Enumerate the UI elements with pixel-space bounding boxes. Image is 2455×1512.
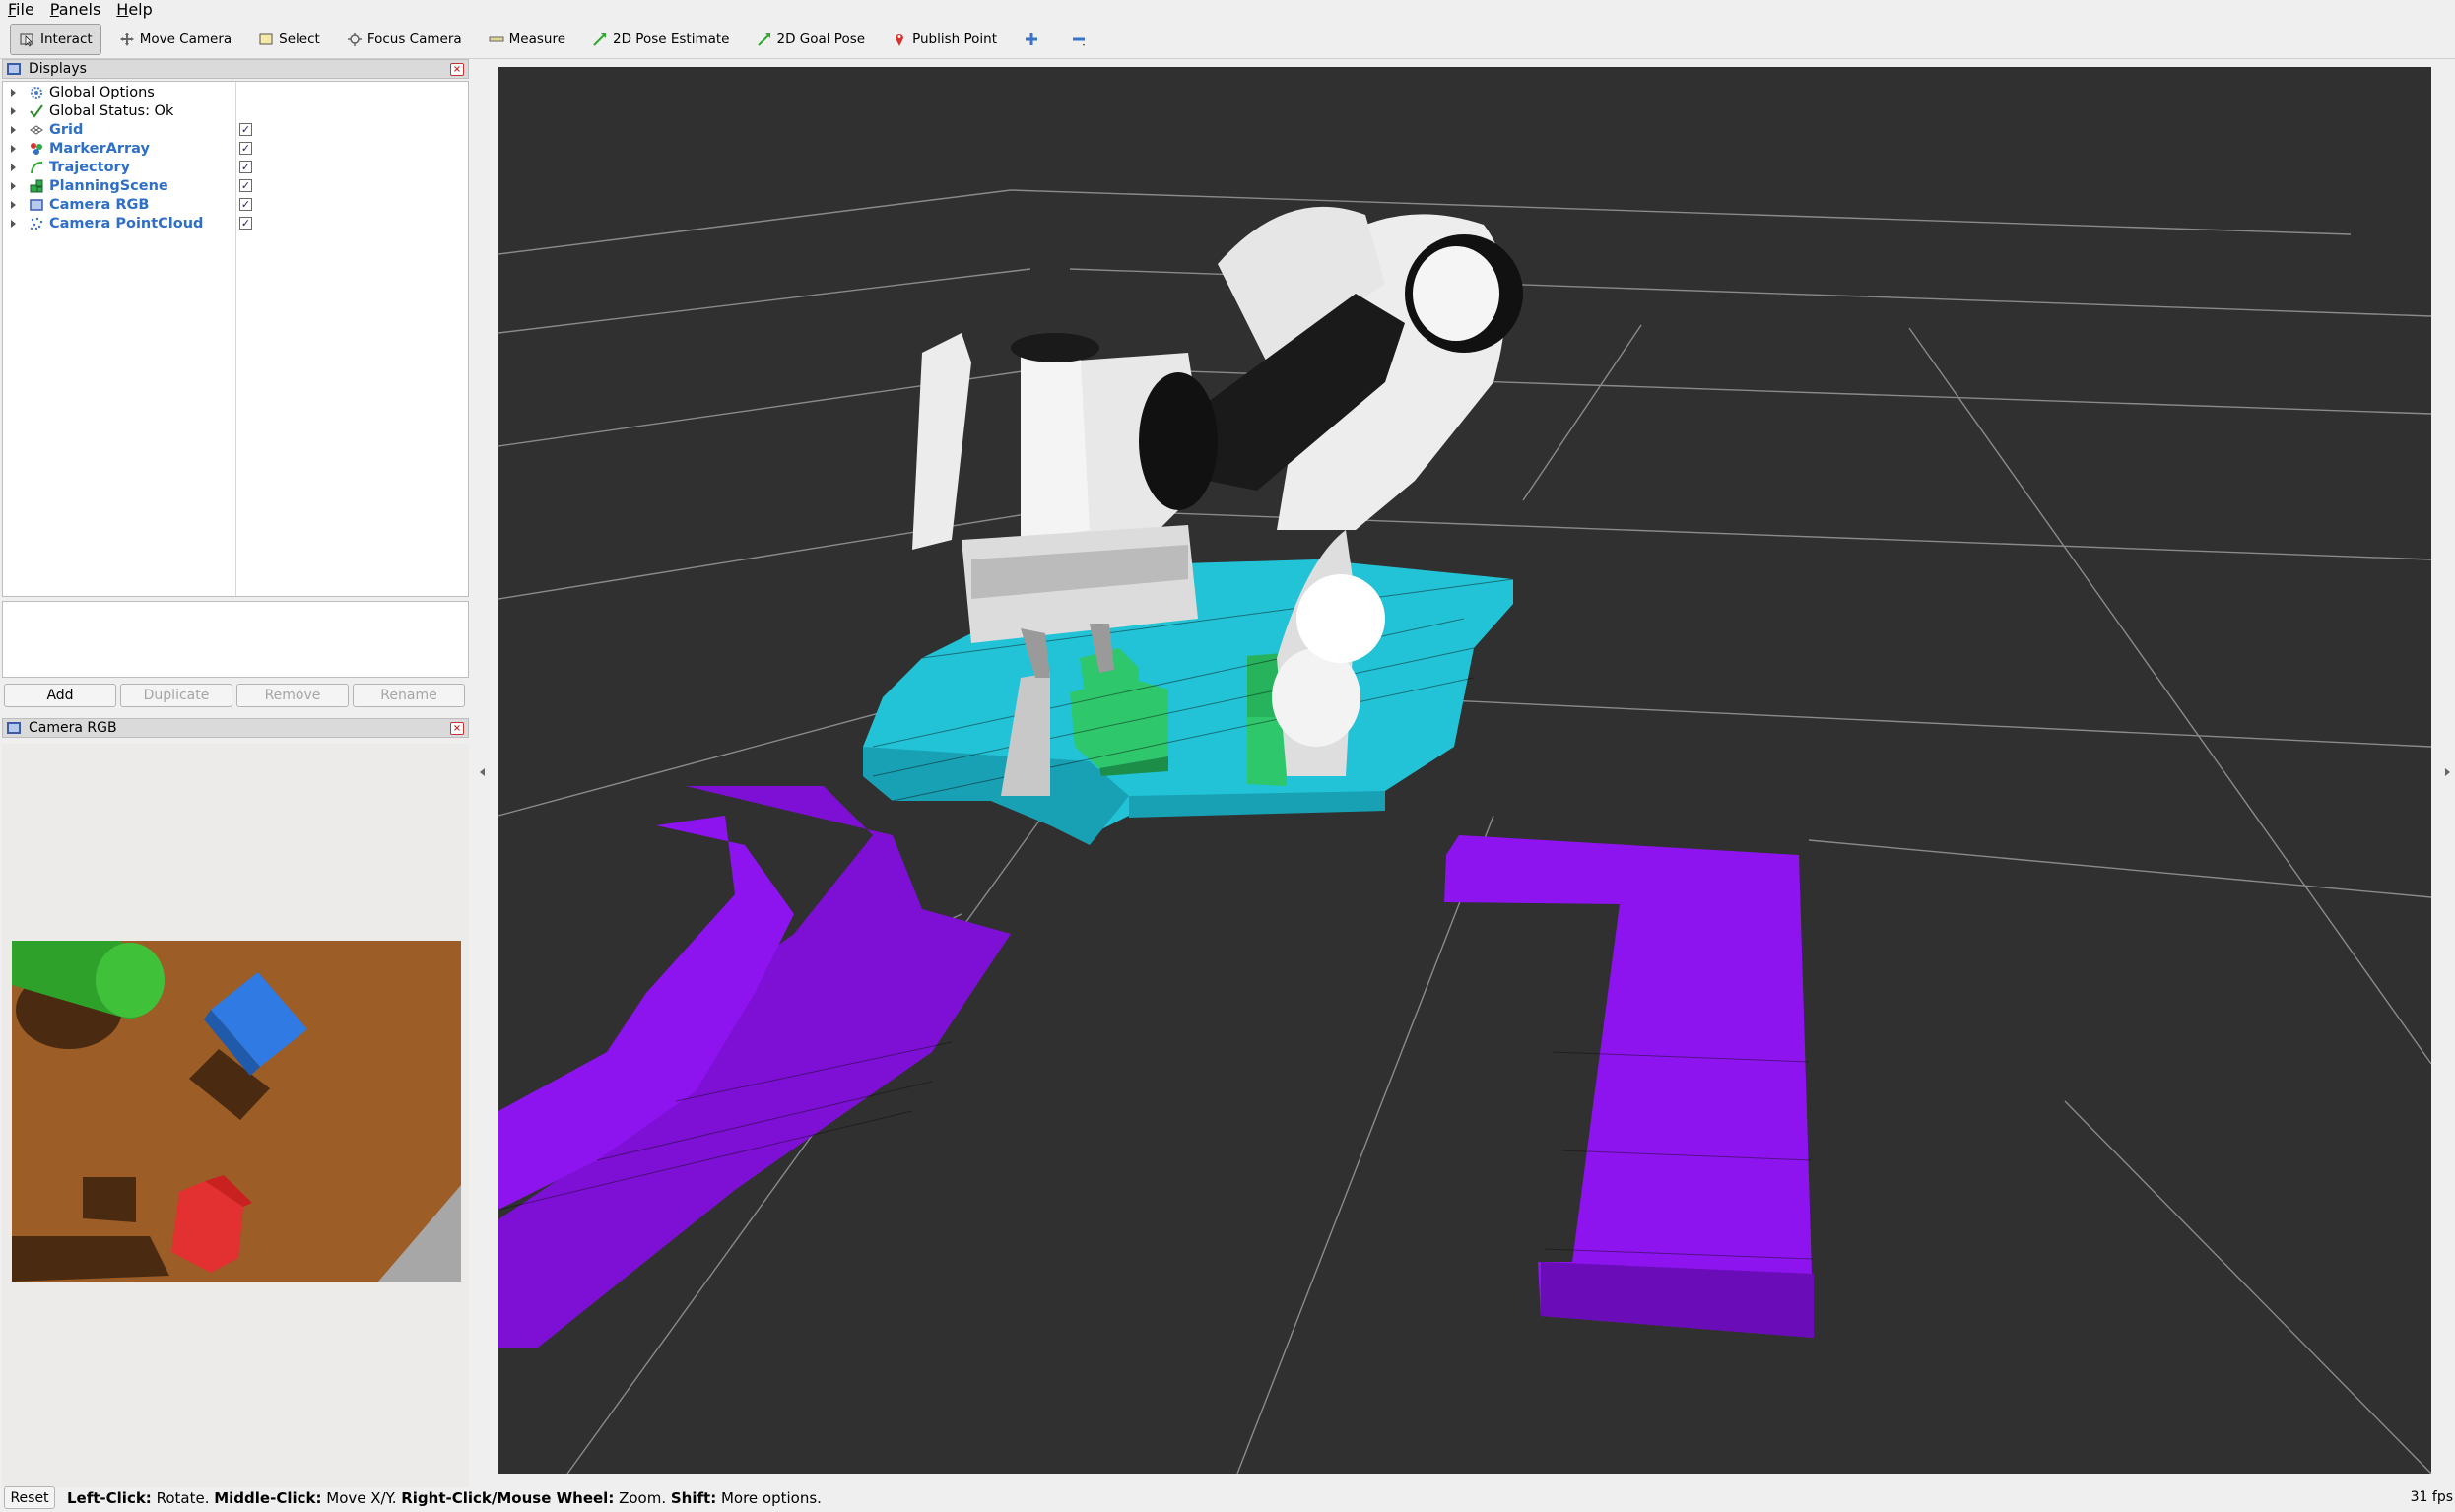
remove-button[interactable]: Remove xyxy=(236,684,349,707)
camera-rgb-panel-header: Camera RGB × xyxy=(2,718,469,738)
markerarray-enabled-checkbox[interactable]: ✓ xyxy=(239,142,252,155)
expand-arrow-icon[interactable] xyxy=(11,144,16,153)
tree-item-global-options[interactable]: Global Options xyxy=(3,83,468,101)
camera-rgb-panel-title: Camera RGB xyxy=(29,720,117,736)
expand-arrow-icon[interactable] xyxy=(11,125,16,134)
goal-pose-icon xyxy=(756,31,773,48)
collapse-left-panel-arrow[interactable] xyxy=(480,768,485,776)
tool-focus-camera-button[interactable]: Focus Camera xyxy=(337,24,471,55)
tool-interact-button[interactable]: Interact xyxy=(10,23,101,55)
monitor-icon xyxy=(7,63,21,75)
fps-counter: 31 fps xyxy=(2410,1489,2453,1505)
camera-icon xyxy=(29,197,44,213)
move-camera-icon xyxy=(118,31,136,48)
grid-enabled-checkbox[interactable]: ✓ xyxy=(239,123,252,136)
trajectory-icon xyxy=(29,160,44,175)
tool-2d-pose-estimate-button[interactable]: 2D Pose Estimate xyxy=(582,24,738,55)
expand-arrow-icon[interactable] xyxy=(11,88,16,97)
collapse-right-panel-arrow[interactable] xyxy=(2445,768,2450,776)
tool-move-camera-button[interactable]: Move Camera xyxy=(109,24,240,55)
focus-camera-icon xyxy=(346,31,364,48)
pin-icon xyxy=(891,31,908,48)
displays-panel-title: Displays xyxy=(29,61,87,77)
scene-render xyxy=(498,67,2431,1474)
minus-icon xyxy=(1070,31,1088,48)
checkmark-icon xyxy=(29,103,44,119)
expand-arrow-icon[interactable] xyxy=(11,200,16,209)
tool-2d-goal-pose-button[interactable]: 2D Goal Pose xyxy=(747,24,875,55)
mouse-hint: Left-Click: Rotate. Middle-Click: Move X… xyxy=(67,1488,822,1507)
tree-item-camera-pointcloud[interactable]: Camera PointCloud ✓ xyxy=(3,214,468,232)
reset-button[interactable]: Reset xyxy=(4,1486,55,1509)
pointcloud-icon xyxy=(29,216,44,231)
status-bar: Reset Left-Click: Rotate. Middle-Click: … xyxy=(0,1483,2455,1512)
cursor-icon xyxy=(19,31,36,48)
gear-icon xyxy=(29,85,44,100)
tree-item-grid[interactable]: Grid ✓ xyxy=(3,120,468,139)
property-description-box xyxy=(2,601,469,678)
close-icon[interactable]: × xyxy=(450,63,464,76)
menu-bar: File Panels Help xyxy=(0,0,2455,19)
tool-publish-point-button[interactable]: Publish Point xyxy=(882,24,1006,55)
close-icon[interactable]: × xyxy=(450,722,464,735)
expand-arrow-icon[interactable] xyxy=(11,181,16,190)
add-tool-button[interactable] xyxy=(1014,24,1053,55)
rename-button[interactable]: Rename xyxy=(353,684,465,707)
marker-array-icon xyxy=(29,141,44,157)
camera-rgb-view xyxy=(2,744,469,1487)
tool-measure-button[interactable]: Measure xyxy=(479,24,574,55)
planningscene-enabled-checkbox[interactable]: ✓ xyxy=(239,179,252,192)
select-icon xyxy=(257,31,275,48)
tree-item-planningscene[interactable]: PlanningScene ✓ xyxy=(3,176,468,195)
menu-file[interactable]: File xyxy=(8,0,34,19)
planning-scene-icon xyxy=(29,178,44,194)
display-buttons: Add Duplicate Remove Rename xyxy=(4,684,469,707)
camera-rgb-enabled-checkbox[interactable]: ✓ xyxy=(239,198,252,211)
displays-panel-header: Displays × xyxy=(2,59,469,79)
camera-panel-icon xyxy=(7,722,21,734)
duplicate-button[interactable]: Duplicate xyxy=(120,684,232,707)
ruler-icon xyxy=(488,31,505,48)
camera-pointcloud-enabled-checkbox[interactable]: ✓ xyxy=(239,217,252,230)
tree-item-markerarray[interactable]: MarkerArray ✓ xyxy=(3,139,468,158)
trajectory-enabled-checkbox[interactable]: ✓ xyxy=(239,161,252,173)
expand-arrow-icon[interactable] xyxy=(11,106,16,115)
expand-arrow-icon[interactable] xyxy=(11,163,16,171)
pose-estimate-icon xyxy=(591,31,609,48)
displays-tree: Global Options Global Status: Ok Grid ✓ … xyxy=(2,81,469,597)
tree-item-global-status[interactable]: Global Status: Ok xyxy=(3,101,468,120)
3d-viewport[interactable] xyxy=(498,67,2431,1474)
camera-image xyxy=(12,941,461,1282)
menu-panels[interactable]: Panels xyxy=(50,0,101,19)
add-button[interactable]: Add xyxy=(4,684,116,707)
tree-item-camera-rgb[interactable]: Camera RGB ✓ xyxy=(3,195,468,214)
tree-item-trajectory[interactable]: Trajectory ✓ xyxy=(3,158,468,176)
tool-select-button[interactable]: Select xyxy=(248,24,329,55)
rviz-window: File Panels Help Interact Move Camera Se… xyxy=(0,0,2455,1512)
toolbar: Interact Move Camera Select Focus Camera… xyxy=(0,20,2455,59)
plus-icon xyxy=(1023,31,1040,48)
menu-help[interactable]: Help xyxy=(116,0,152,19)
remove-tool-button[interactable] xyxy=(1061,24,1100,55)
grid-icon xyxy=(29,122,44,138)
expand-arrow-icon[interactable] xyxy=(11,219,16,228)
